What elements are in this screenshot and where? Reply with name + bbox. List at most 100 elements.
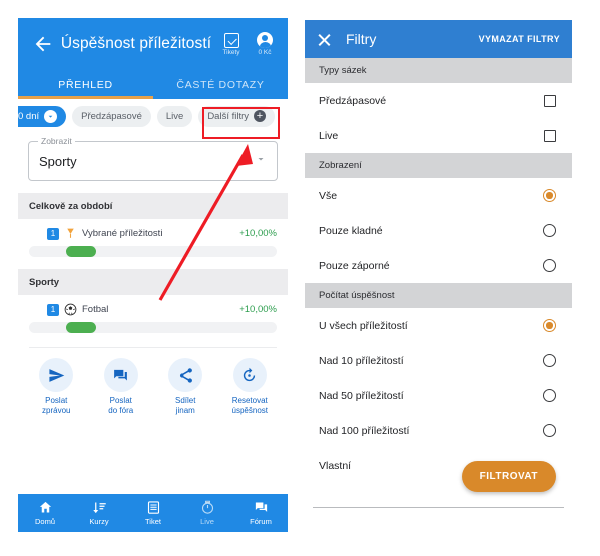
nav-label: Fórum xyxy=(250,517,272,526)
checkbox-live[interactable] xyxy=(544,129,556,142)
chip-more-filters[interactable]: Další filtry + xyxy=(198,105,276,127)
tickets-label: Tikety xyxy=(222,48,240,56)
screenshot-root: Úspěšnost příležitostí Tikety 0 Kč PŘEHL… xyxy=(0,0,600,556)
option-over-50[interactable]: Nad 50 příležitostí xyxy=(305,378,572,413)
action-send-to-forum[interactable]: Poslat do fóra xyxy=(93,358,149,415)
close-icon[interactable] xyxy=(317,32,332,47)
checkbox-prematch[interactable] xyxy=(544,94,556,107)
option-all[interactable]: Vše xyxy=(305,178,572,213)
filters-app-bar: Filtry VYMAZAT FILTRY xyxy=(305,20,572,58)
share-actions-row: Poslat zprávou Poslat do fóra Sdílet jinam xyxy=(18,348,288,415)
action-reset-success[interactable]: Resetovat úspěšnost xyxy=(222,358,278,415)
radio-over-100[interactable] xyxy=(543,424,556,437)
radio-over-10[interactable] xyxy=(543,354,556,367)
display-select-wrap: Zobrazit Sporty xyxy=(28,136,278,181)
share-icon xyxy=(168,358,203,392)
stat-name: Vybrané příležitosti xyxy=(82,228,163,239)
chip-days[interactable]: 0 dní xyxy=(18,105,67,127)
radio-all[interactable] xyxy=(543,189,556,202)
stat-value: +10,00% xyxy=(239,228,277,239)
progress-bar-fill xyxy=(66,322,96,333)
stat-name: Fotbal xyxy=(82,304,109,315)
timer-icon xyxy=(201,500,213,514)
option-label: Pouze záporné xyxy=(319,259,390,272)
option-live[interactable]: Live xyxy=(305,118,572,153)
option-label: Nad 100 příležitostí xyxy=(319,424,410,437)
award-icon xyxy=(64,227,77,240)
option-label: Vše xyxy=(319,189,338,202)
option-negative-only[interactable]: Pouze záporné xyxy=(305,248,572,283)
progress-bar-track xyxy=(29,246,277,257)
nav-item-tiket[interactable]: Tiket xyxy=(126,494,180,532)
rank-badge: 1 xyxy=(47,227,59,240)
option-label: U všech příležitostí xyxy=(319,319,408,332)
account-button[interactable]: 0 Kč xyxy=(248,32,282,56)
tickets-button[interactable]: Tikety xyxy=(214,32,248,56)
action-send-message[interactable]: Poslat zprávou xyxy=(28,358,84,415)
option-label: Předzápasové xyxy=(319,94,387,107)
chip-live[interactable]: Live xyxy=(156,105,193,127)
nav-label: Domů xyxy=(34,517,55,526)
display-select-label: Zobrazit xyxy=(38,136,75,146)
filter-apply-button[interactable]: FILTROVAT xyxy=(461,461,556,492)
option-label: Live xyxy=(319,129,339,142)
chip-prematch[interactable]: Předzápasové xyxy=(72,105,151,127)
action-label: Sdílet jinam xyxy=(175,396,196,415)
restore-icon xyxy=(232,358,267,392)
rank-badge: 1 xyxy=(47,303,59,316)
tab-caste-dotazy[interactable]: ČASTÉ DOTAZY xyxy=(153,70,288,99)
group-header-count-success: Počítat úspěšnost xyxy=(305,283,572,308)
progress-bar-track xyxy=(29,322,277,333)
nav-item-forum[interactable]: Fórum xyxy=(234,494,288,532)
app-bar: Úspěšnost příležitostí Tikety 0 Kč xyxy=(18,18,288,70)
display-select[interactable]: Zobrazit Sporty xyxy=(28,136,278,181)
home-icon xyxy=(39,501,51,513)
action-label: Poslat zprávou xyxy=(42,396,71,415)
option-over-10[interactable]: Nad 10 příležitostí xyxy=(305,343,572,378)
radio-all-opportunities[interactable] xyxy=(543,319,556,332)
tab-prehled[interactable]: PŘEHLED xyxy=(18,70,153,99)
section-header-sports: Sporty xyxy=(18,269,288,295)
dropdown-caret-icon xyxy=(255,152,267,170)
radio-over-50[interactable] xyxy=(543,389,556,402)
option-over-100[interactable]: Nad 100 příležitostí xyxy=(305,413,572,448)
display-select-value: Sporty xyxy=(39,153,77,169)
action-share-other[interactable]: Sdílet jinam xyxy=(157,358,213,415)
option-prematch[interactable]: Předzápasové xyxy=(305,83,572,118)
action-label: Resetovat úspěšnost xyxy=(231,396,268,415)
action-label: Poslat do fóra xyxy=(108,396,134,415)
forum-icon xyxy=(255,502,267,512)
option-label: Nad 50 příležitostí xyxy=(319,389,404,402)
stat-top: 1 Vybrané příležitosti +10,00% xyxy=(29,227,277,240)
group-header-bet-types: Typy sázek xyxy=(305,58,572,83)
stat-row-overall: 1 Vybrané příležitosti +10,00% xyxy=(18,219,288,257)
filter-chips-row: 0 dní Předzápasové Live Další filtry + xyxy=(18,99,288,133)
radio-negative-only[interactable] xyxy=(543,259,556,272)
progress-bar-fill xyxy=(66,246,96,257)
stat-top: 1 Fotbal +10,00% xyxy=(29,303,277,316)
chip-more-filters-label: Další filtry xyxy=(207,110,250,122)
filters-screen-panel: Filtry VYMAZAT FILTRY Typy sázek Předzáp… xyxy=(305,20,572,536)
send-icon xyxy=(39,358,74,392)
ticket-list-icon xyxy=(147,501,159,514)
section-header-overall: Celkově za období xyxy=(18,193,288,219)
plus-circle-icon: + xyxy=(254,110,267,122)
stat-value: +10,00% xyxy=(239,304,277,315)
filters-title: Filtry xyxy=(346,31,377,47)
option-all-opportunities[interactable]: U všech příležitostí xyxy=(305,308,572,343)
tab-bar: PŘEHLED ČASTÉ DOTAZY xyxy=(18,70,288,99)
balance-label: 0 Kč xyxy=(258,49,272,56)
bottom-navigation: Domů Kurzy Tiket Live Fórum xyxy=(18,494,288,532)
page-title: Úspěšnost příležitostí xyxy=(60,35,212,52)
nav-item-kurzy[interactable]: Kurzy xyxy=(72,494,126,532)
radio-positive-only[interactable] xyxy=(543,224,556,237)
nav-item-domu[interactable]: Domů xyxy=(18,494,72,532)
sort-odds-icon xyxy=(92,502,106,514)
clear-filters-button[interactable]: VYMAZAT FILTRY xyxy=(479,34,560,44)
option-positive-only[interactable]: Pouze kladné xyxy=(305,213,572,248)
option-label: Vlastní xyxy=(319,459,352,472)
divider xyxy=(313,507,564,508)
back-arrow-icon[interactable] xyxy=(30,31,56,57)
nav-label: Live xyxy=(200,517,214,526)
nav-item-live[interactable]: Live xyxy=(180,494,234,532)
